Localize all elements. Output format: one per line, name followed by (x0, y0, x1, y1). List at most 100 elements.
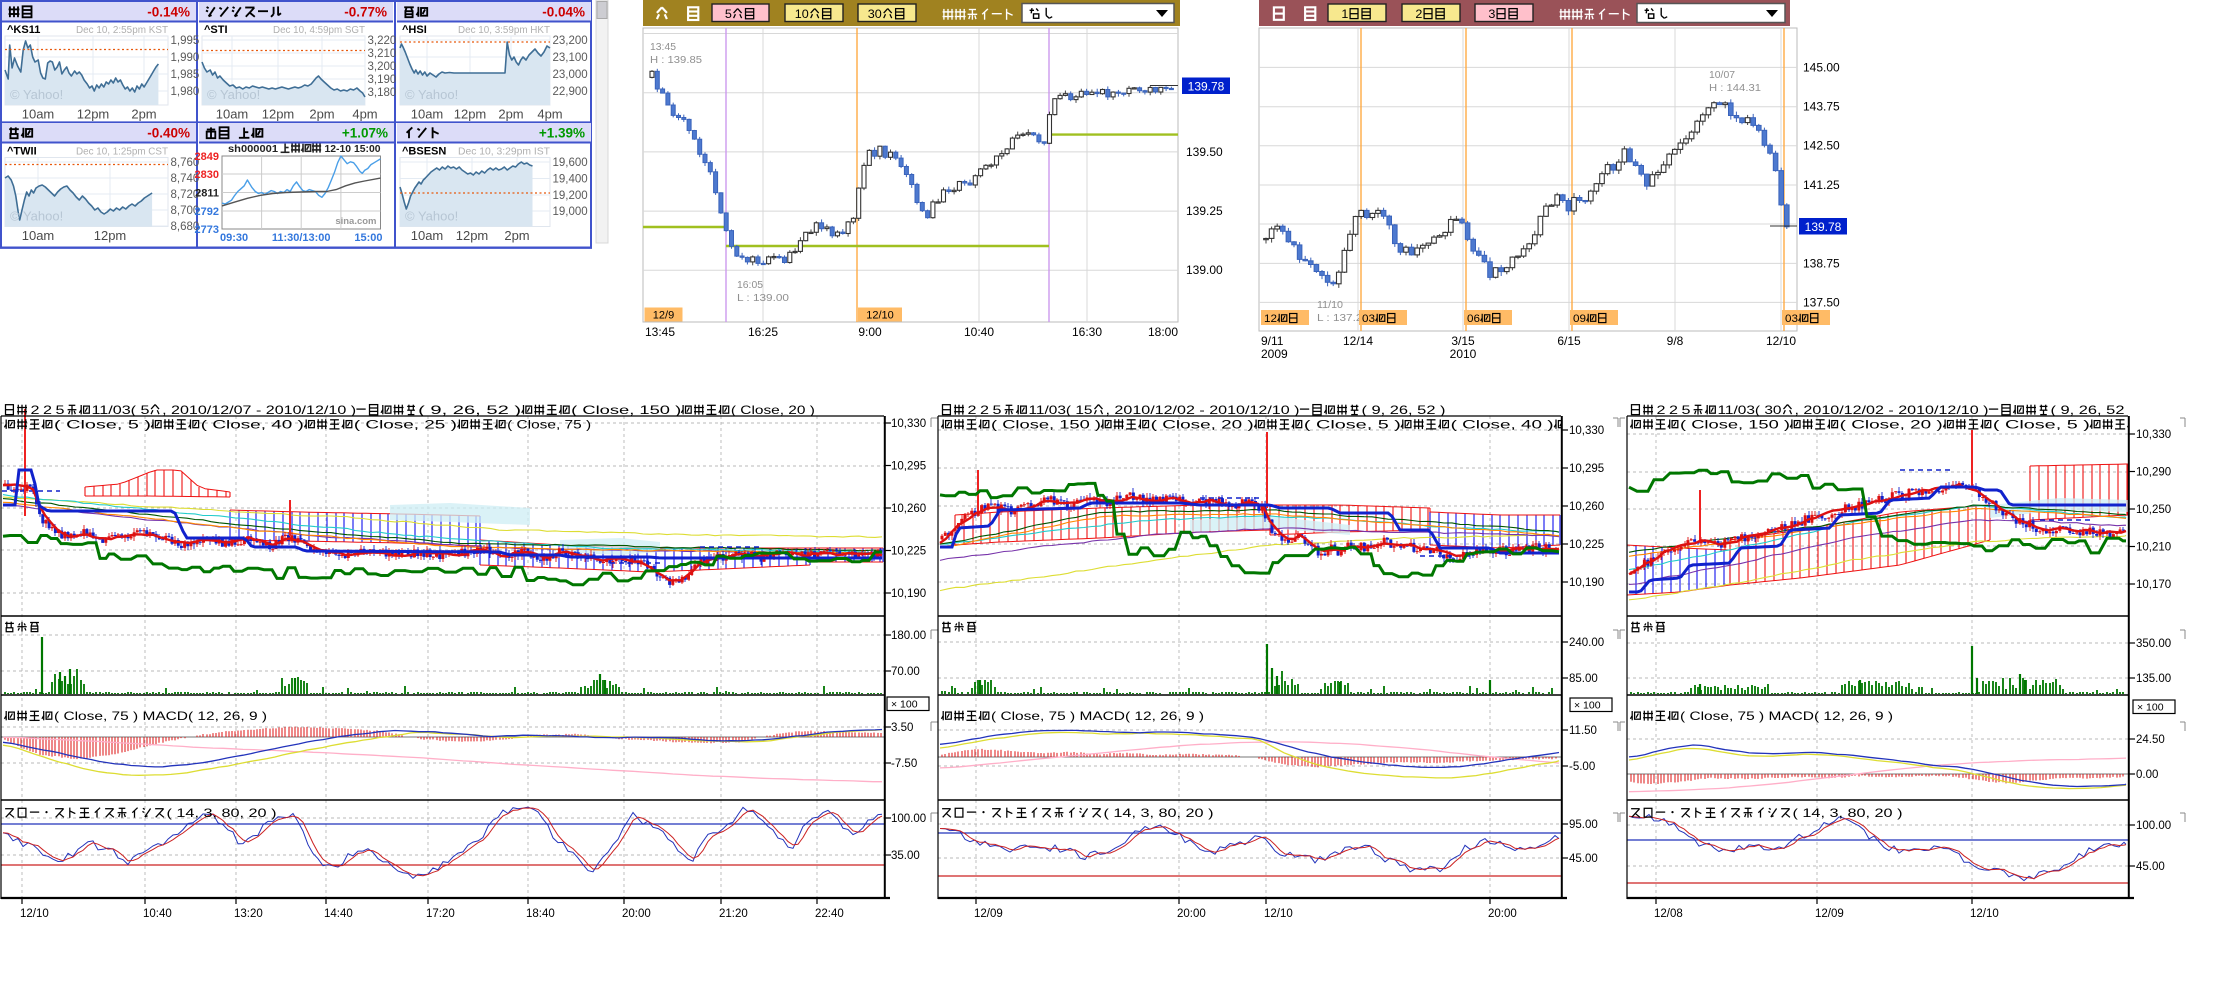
svg-text:( 9, 26, 52 ): ( 9, 26, 52 ) (2051, 403, 2135, 417)
svg-text:10am: 10am (411, 107, 444, 122)
svg-text:3/15: 3/15 (1451, 334, 1475, 348)
svg-text:12pm: 12pm (454, 107, 487, 122)
svg-text:( 9, 26, 52 ): ( 9, 26, 52 ) (418, 403, 521, 417)
svg-text:10,170: 10,170 (2136, 579, 2171, 591)
svg-text:12pm: 12pm (456, 228, 489, 243)
svg-text:12/14: 12/14 (1343, 334, 1373, 348)
svg-text:17:20: 17:20 (426, 908, 455, 920)
svg-text:Dec 10, 2:55pm KST: Dec 10, 2:55pm KST (76, 25, 168, 36)
svg-text:10,260: 10,260 (1569, 501, 1604, 513)
svg-text:^HSI: ^HSI (402, 24, 427, 36)
svg-text:-0.77%: -0.77% (344, 5, 387, 20)
svg-text:3.50: 3.50 (891, 722, 913, 734)
svg-text:10:40: 10:40 (964, 325, 994, 339)
svg-text:11:30/13:00: 11:30/13:00 (272, 232, 331, 244)
svg-text:139.50: 139.50 (1186, 145, 1223, 159)
svg-text:16:05: 16:05 (737, 280, 763, 291)
svg-text:139.00: 139.00 (1186, 263, 1223, 277)
svg-text:2: 2 (31, 403, 40, 417)
svg-text:2pm: 2pm (131, 107, 156, 122)
svg-text:23,100: 23,100 (553, 52, 588, 64)
svg-text:2: 2 (1415, 7, 1422, 21)
svg-text:2811: 2811 (195, 188, 219, 200)
svg-text:2010: 2010 (1450, 347, 1477, 361)
svg-text:45.00: 45.00 (2136, 861, 2165, 873)
svg-text:23,200: 23,200 (553, 35, 588, 47)
svg-text:10/07: 10/07 (1709, 70, 1735, 81)
svg-text:3,210: 3,210 (368, 48, 397, 60)
svg-text:10,250: 10,250 (2136, 504, 2171, 516)
svg-text:16:25: 16:25 (748, 325, 778, 339)
svg-text:1,985: 1,985 (171, 69, 200, 81)
svg-text:( 9, 26, 52 ): ( 9, 26, 52 ) (1362, 403, 1446, 417)
svg-text:12/10: 12/10 (866, 310, 894, 322)
svg-text:Dec 10, 3:29pm IST: Dec 10, 3:29pm IST (458, 147, 550, 158)
svg-text:12/10: 12/10 (20, 908, 49, 920)
svg-text:10,330: 10,330 (2136, 429, 2171, 441)
svg-text:Dec 10, 4:59pm SGT: Dec 10, 4:59pm SGT (273, 25, 365, 36)
svg-text:( Close, 20 ): ( Close, 20 ) (1151, 418, 1254, 432)
svg-text:( Close, 5 ): ( Close, 5 ) (1993, 418, 2090, 432)
svg-text:sina.com: sina.com (335, 216, 376, 227)
svg-text:× 100: × 100 (891, 699, 918, 711)
svg-text:12pm: 12pm (77, 107, 110, 122)
svg-text:13:45: 13:45 (645, 325, 675, 339)
svg-text:( Close, 150 ): ( Close, 150 ) (1680, 418, 1790, 432)
svg-text:10,330: 10,330 (1569, 425, 1604, 437)
svg-text:10,330: 10,330 (891, 418, 926, 430)
svg-text:2pm: 2pm (309, 107, 334, 122)
svg-text:6/15: 6/15 (1557, 334, 1581, 348)
svg-text:4pm: 4pm (352, 107, 377, 122)
svg-text:139.78: 139.78 (1188, 80, 1225, 94)
svg-text:12/09: 12/09 (974, 908, 1003, 920)
svg-text:3: 3 (1488, 7, 1495, 21)
svg-text:16:30: 16:30 (1072, 325, 1102, 339)
svg-text:9:00: 9:00 (858, 325, 882, 339)
svg-text:+1.07%: +1.07% (342, 126, 388, 141)
svg-text:09: 09 (1573, 313, 1586, 325)
svg-text:12pm: 12pm (262, 107, 295, 122)
svg-text:11/10: 11/10 (1317, 300, 1343, 311)
svg-text:( Close, 150 ): ( Close, 150 ) (991, 418, 1101, 432)
svg-text:9/8: 9/8 (1667, 334, 1684, 348)
svg-text:+1.39%: +1.39% (539, 126, 585, 141)
svg-text:180.00: 180.00 (891, 630, 926, 642)
svg-text:3,190: 3,190 (368, 74, 397, 86)
svg-text:10,190: 10,190 (891, 588, 926, 600)
svg-text:10,210: 10,210 (2136, 542, 2171, 554)
svg-text:95.00: 95.00 (1569, 819, 1598, 831)
svg-text:139.78: 139.78 (1805, 220, 1842, 234)
svg-text:0.00: 0.00 (2136, 769, 2158, 781)
svg-text:4pm: 4pm (537, 107, 562, 122)
svg-text:12/08: 12/08 (1654, 908, 1683, 920)
svg-text:10,190: 10,190 (1569, 577, 1604, 589)
svg-text:19,400: 19,400 (553, 174, 588, 186)
svg-text:13:45: 13:45 (650, 42, 676, 53)
svg-text:135.00: 135.00 (2136, 673, 2171, 685)
svg-text:12/9: 12/9 (653, 310, 674, 322)
svg-text:09:30: 09:30 (220, 232, 248, 244)
svg-text:20:00: 20:00 (622, 908, 651, 920)
svg-text:06: 06 (1467, 313, 1480, 325)
svg-text:139.25: 139.25 (1186, 204, 1223, 218)
svg-text:03: 03 (1785, 313, 1798, 325)
svg-text:19,200: 19,200 (553, 190, 588, 202)
svg-text:10,295: 10,295 (1569, 463, 1604, 475)
svg-text:10:40: 10:40 (143, 908, 172, 920)
svg-text:2009: 2009 (1261, 347, 1288, 361)
svg-text:-5.00: -5.00 (1569, 761, 1595, 773)
svg-text:100.00: 100.00 (2136, 820, 2171, 832)
svg-text:12/09: 12/09 (1815, 908, 1844, 920)
svg-text:-0.40%: -0.40% (147, 126, 190, 141)
svg-text:100.00: 100.00 (891, 813, 926, 825)
svg-text:12/10: 12/10 (1970, 908, 1999, 920)
svg-text:141.25: 141.25 (1803, 178, 1840, 192)
svg-text:2792: 2792 (195, 206, 219, 218)
svg-text:10am: 10am (22, 107, 55, 122)
svg-text:1,980: 1,980 (171, 86, 200, 98)
svg-text:19,000: 19,000 (553, 206, 588, 218)
svg-text:© Yahoo!: © Yahoo! (10, 87, 63, 102)
svg-text:2: 2 (980, 403, 989, 417)
svg-text:142.50: 142.50 (1803, 139, 1840, 153)
svg-text:-0.04%: -0.04% (542, 5, 585, 20)
